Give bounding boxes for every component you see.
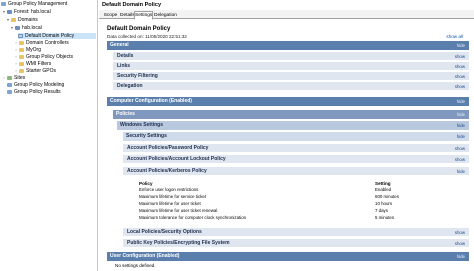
wmi-folder-icon [19,62,24,66]
tree-item-modeling[interactable]: Group Policy Modeling [7,82,64,88]
section-encrypting-file-system[interactable]: Public Key Policies/Encrypting File Syst… [123,238,469,247]
modeling-icon [7,83,12,87]
expand-arrow-icon[interactable]: › [2,76,6,80]
tree-item-label: Sites [14,75,26,81]
sites-icon [7,76,12,80]
table-cell-setting: 600 minutes [375,194,399,199]
tree-item-label: Group Policy Objects [26,54,73,60]
expand-arrow-icon[interactable]: › [14,48,18,52]
tab-scope[interactable]: Scope [102,11,119,19]
tree-item-sites[interactable]: › Sites [2,75,25,81]
section-user-configuration[interactable]: User Configuration (Enabled) hide [107,252,469,261]
tree-item-label: Domain Controllers [26,40,69,46]
expand-arrow-icon[interactable]: › [14,55,18,59]
tree-item-root[interactable]: Group Policy Management [1,1,67,7]
table-cell-policy: Maximum lifetime for service ticket [139,194,207,199]
collapse-arrow-icon[interactable]: ▾ [10,26,14,30]
tab-settings[interactable]: Settings [134,11,153,20]
pane-title: Default Domain Policy [99,0,474,10]
tree-item-label: Starter GPOs [26,68,57,74]
tab-details[interactable]: Details [119,11,135,19]
tree-item-label: Forest: hsb.local [14,9,51,15]
section-label: User Configuration (Enabled) [110,253,180,259]
details-pane: Default Domain Policy Scope Details Sett… [99,0,474,271]
tree-item-forest[interactable]: ▾ Forest: hsb.local [2,9,51,15]
settings-report: Default Domain Policy Data collected on:… [99,20,474,271]
tree-item-results[interactable]: Group Policy Results [7,89,61,95]
table-cell-setting: 5 minutes [375,215,395,220]
domains-folder-icon [11,18,16,22]
section-label: Public Key Policies/Encrypting File Syst… [127,240,230,246]
table-cell-policy: Maximum lifetime for user ticket renewal [139,208,218,213]
gpo-link-icon [18,34,23,38]
tree-item-label: Default Domain Policy [25,33,75,39]
tree-item-default-domain-policy[interactable]: Default Domain Policy [18,33,96,39]
tree-item-label: MyOrg [26,47,41,53]
tree-item-domain[interactable]: ▾ hsb.local [10,25,42,31]
console-tree: Group Policy Management ▾ Forest: hsb.lo… [0,0,98,271]
ou-folder-icon [19,41,24,45]
results-icon [7,90,12,94]
section-label: Local Policies/Security Options [127,229,202,235]
expand-arrow-icon[interactable]: › [14,69,18,73]
gpm-console-icon [1,2,6,6]
tree-item-domains[interactable]: ▾ Domains [6,17,38,23]
tree-item-starter-gpos[interactable]: › Starter GPOs [14,68,56,74]
tree-item-label: Group Policy Modeling [14,82,65,88]
tree-item-wmi-filters[interactable]: › WMI Filters [14,61,51,67]
tree-item-domain-controllers[interactable]: › Domain Controllers [14,40,69,46]
domain-icon [15,26,20,30]
table-cell-policy: Enforce user logon restrictions [139,187,199,192]
tree-item-label: Group Policy Results [14,89,61,95]
tree-item-label: hsb.local [22,25,42,31]
table-cell-setting: 10 hours [375,201,393,206]
ou-folder-icon [19,48,24,52]
column-header-setting: Setting [375,181,391,186]
tree-item-myorg[interactable]: › MyOrg [14,47,41,53]
tab-delegation[interactable]: Delegation [153,11,177,19]
table-cell-policy: Maximum tolerance for computer clock syn… [139,215,247,220]
starter-gpo-folder-icon [19,69,24,73]
section-security-options[interactable]: Local Policies/Security Options show [123,227,469,236]
table-cell-setting: 7 days [375,208,388,213]
tree-item-label: Group Policy Management [8,1,68,7]
tree-item-label: Domains [18,17,38,23]
table-cell-setting: Enabled [375,187,392,192]
collapse-arrow-icon[interactable]: ▾ [6,18,10,22]
forest-icon [7,10,12,14]
show-link[interactable]: show [455,228,465,237]
tab-strip: Scope Details Settings Delegation [99,10,474,20]
expand-arrow-icon[interactable]: › [14,62,18,66]
table-cell-policy: Maximum lifetime for user ticket [139,201,201,206]
collapse-arrow-icon[interactable]: ▾ [2,10,6,14]
expand-arrow-icon[interactable]: › [14,41,18,45]
hide-link[interactable]: hide [457,252,465,261]
tree-item-label: WMI Filters [26,61,52,67]
column-header-policy: Policy [139,181,153,186]
gpo-folder-icon [19,55,24,59]
tree-item-group-policy-objects[interactable]: › Group Policy Objects [14,54,73,60]
no-settings-text: No settings defined. [115,263,156,268]
show-link[interactable]: show [455,239,465,248]
